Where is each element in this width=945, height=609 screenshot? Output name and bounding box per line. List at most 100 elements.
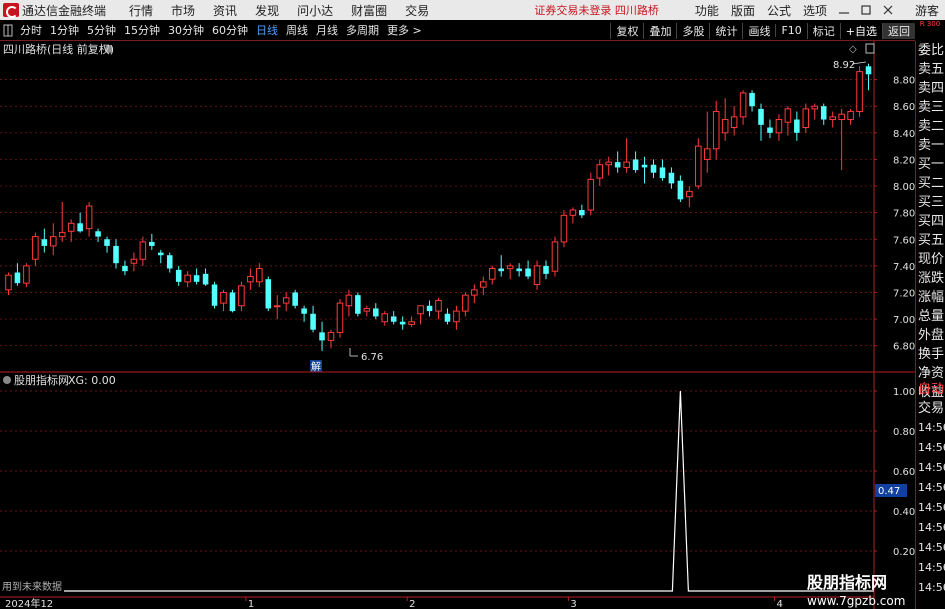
watermark-url: www.7gpzb.com xyxy=(807,594,905,608)
candle-body-down xyxy=(310,313,316,330)
price-tick-label: 8.00 xyxy=(893,182,915,193)
candle-body-down xyxy=(14,272,21,284)
menu-item-wealth[interactable]: 财富圈 xyxy=(342,2,396,19)
period-weekly[interactable]: 周线 xyxy=(282,22,312,38)
candle-body-down xyxy=(650,164,657,173)
maximize-icon[interactable] xyxy=(857,3,875,17)
menu-item-discover[interactable]: 发现 xyxy=(246,2,288,19)
menu-item-formula[interactable]: 公式 xyxy=(761,2,797,19)
candle-body-up xyxy=(238,285,245,307)
quote-field-label: 委比 xyxy=(918,43,945,58)
indicator-tick-label: 0.20 xyxy=(893,547,915,558)
tool-draw-line[interactable]: 画线 xyxy=(742,22,775,39)
candle-body-up xyxy=(139,241,147,260)
price-axis: 8.80 8.60 8.40 8.20 8.00 7.80 7.60 7.40 7.20 7.00… xyxy=(893,76,915,353)
candle-body-up xyxy=(739,92,747,118)
event-marker: 解 xyxy=(311,360,321,373)
quote-field-label: 买四 xyxy=(918,214,945,229)
period-daily[interactable]: 日线 xyxy=(252,22,282,38)
indicator-settings-icon[interactable] xyxy=(3,376,11,384)
date-tick-label: 2 xyxy=(409,599,415,609)
candle-body-up xyxy=(488,268,496,280)
candle-body-up xyxy=(273,305,281,308)
tool-multi-stock[interactable]: 多股 xyxy=(676,22,709,39)
quote-field-label: 卖一 xyxy=(918,138,945,153)
tick-time: 14:56 xyxy=(918,541,945,554)
tool-overlay[interactable]: 叠加 xyxy=(643,22,676,39)
period-60min[interactable]: 60分钟 xyxy=(208,22,252,38)
price-tick-label: 8.80 xyxy=(893,76,915,87)
menu-item-options[interactable]: 选项 xyxy=(797,2,833,19)
candle-body-up xyxy=(605,161,612,166)
candle-body-up xyxy=(802,108,810,129)
period-15min[interactable]: 15分钟 xyxy=(120,22,164,38)
candle-body-down xyxy=(301,308,307,314)
candle-body-down xyxy=(614,162,621,168)
guest-label[interactable]: 游客 xyxy=(909,2,945,19)
quote-field-label: 卖四 xyxy=(918,81,945,96)
period-intraday[interactable]: 分时 xyxy=(16,22,46,38)
login-status[interactable]: 证券交易未登录 四川路桥 xyxy=(534,2,659,18)
date-tick-label: 2024年12 xyxy=(5,597,53,609)
candle-body-up xyxy=(811,105,819,110)
candle-body-down xyxy=(632,159,639,171)
candle-body-down xyxy=(758,108,764,125)
menu-item-trade[interactable]: 交易 xyxy=(396,2,438,19)
candle-body-down xyxy=(104,239,110,246)
auto-trade-toggle[interactable]: 自动 xyxy=(916,380,945,399)
menu-item-layout[interactable]: 版面 xyxy=(725,2,761,19)
candle-body-down xyxy=(390,316,397,322)
candle-body-down xyxy=(265,279,272,309)
candle-body-down xyxy=(193,275,200,282)
main-chart-title: 四川路桥(日线 前复权) xyxy=(3,42,114,56)
close-icon[interactable] xyxy=(879,3,897,17)
quote-field-label: 买三 xyxy=(918,195,945,210)
candle-body-up xyxy=(220,291,227,304)
candle-body-up xyxy=(381,313,389,323)
candle-body-up xyxy=(247,276,254,283)
candle-body-up xyxy=(784,108,792,123)
menu-item-news[interactable]: 资讯 xyxy=(204,2,246,19)
candle-body-up xyxy=(847,111,854,121)
tool-add-watchlist[interactable]: +自选 xyxy=(839,22,882,39)
period-1min[interactable]: 1分钟 xyxy=(46,22,83,38)
quote-field-label: 买五 xyxy=(918,233,945,248)
period-30min[interactable]: 30分钟 xyxy=(164,22,208,38)
candle-body-up xyxy=(345,294,353,307)
candle-body-up xyxy=(560,214,568,243)
tool-f10[interactable]: F10 xyxy=(775,24,806,37)
indicator-series xyxy=(64,390,874,592)
kline-chart[interactable]: 8.80 8.60 8.40 8.20 8.00 7.80 7.60 7.40 7.20 7.00… xyxy=(0,41,915,609)
candle-body-up xyxy=(282,297,290,304)
period-5min[interactable]: 5分钟 xyxy=(83,22,120,38)
minimize-icon[interactable] xyxy=(835,3,853,17)
candle-body-up xyxy=(569,209,577,216)
menu-item-quotes[interactable]: 行情 xyxy=(120,2,162,19)
quote-lower-list: 自动交易 14:56 14:56 14:56 14:56 14:56 14:56 14:56 1… xyxy=(916,380,945,598)
candle-body-up xyxy=(506,265,514,270)
diamond-icon[interactable]: ◇ xyxy=(849,44,857,55)
quote-field-label: 换手 xyxy=(918,347,945,362)
candle-body-up xyxy=(686,190,693,198)
period-more[interactable]: 更多 > xyxy=(383,22,426,38)
period-monthly[interactable]: 月线 xyxy=(312,22,342,38)
tool-statistics[interactable]: 统计 xyxy=(709,22,742,39)
date-axis: 2024年12 1 2 3 4 xyxy=(0,596,874,609)
tool-adjust[interactable]: 复权 xyxy=(610,22,643,39)
candle-body-down xyxy=(498,268,504,272)
tool-mark[interactable]: 标记 xyxy=(806,22,840,39)
app-title: 通达信金融终端 xyxy=(22,3,107,18)
menu-item-function[interactable]: 功能 xyxy=(689,2,725,19)
menu-item-ask[interactable]: 问小达 xyxy=(288,2,342,19)
candle-body-down xyxy=(525,268,531,277)
period-multi[interactable]: 多周期 xyxy=(342,22,383,38)
candle-body-up xyxy=(453,310,460,323)
quote-field-list: 委比 卖五 卖四 卖三 卖二 卖一 买一 买二 买三 买四 买五 现价 涨跌 涨幅 总量 外盘 换手 净资 收益 xyxy=(916,41,945,402)
menu-item-market[interactable]: 市场 xyxy=(162,2,204,19)
candle-body-down xyxy=(749,92,755,107)
toolbar-toggle-icon[interactable] xyxy=(0,20,16,41)
candle-body-up xyxy=(67,222,75,232)
panel-toggle-icon[interactable] xyxy=(865,43,875,54)
tool-back[interactable]: 返回 xyxy=(882,22,915,39)
candle-body-down xyxy=(122,265,128,272)
